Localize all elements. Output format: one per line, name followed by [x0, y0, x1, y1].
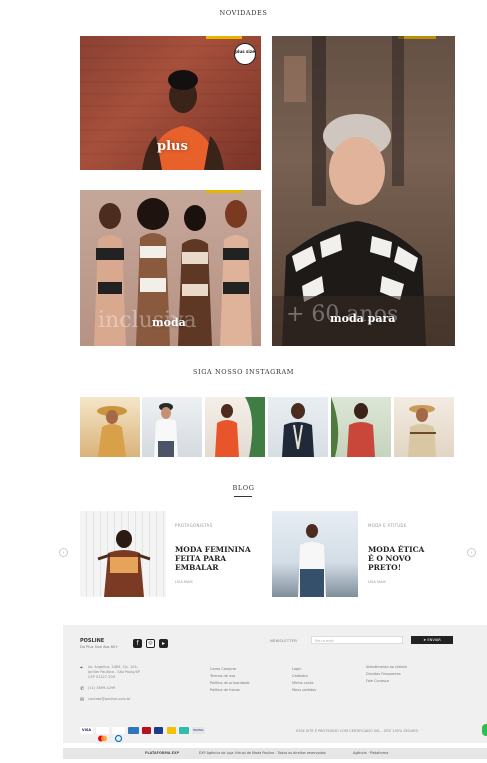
visa-icon: VISA	[80, 727, 93, 734]
footer-link-login[interactable]: Login	[292, 667, 301, 671]
footer-link-duvidas[interactable]: Dúvidas Frequentes	[366, 672, 401, 676]
blog-post-2-read-more[interactable]: LEIA MAIS	[368, 580, 386, 584]
footer-link-trocas[interactable]: Política de trocas	[210, 688, 240, 692]
tile-moda-label: moda	[152, 316, 186, 329]
instagram-post-6[interactable]	[394, 397, 454, 457]
instagram-post-5[interactable]	[331, 397, 391, 457]
platform-label[interactable]: PLATAFORMA EXP	[145, 751, 179, 755]
footer: POSLINE Do Plus Size Aos 60+ f ◎ ▸ NEWSL…	[63, 625, 487, 743]
novidades-title: NOVIDADES	[219, 9, 268, 17]
newsletter-submit-button[interactable]: ➤ ENVIAR	[411, 636, 453, 644]
facebook-icon[interactable]: f	[133, 639, 142, 648]
bottom-bar: PLATAFORMA EXP EXP Agência de Loja Virtu…	[63, 748, 487, 759]
email-icon: ✉	[80, 697, 85, 703]
phone-icon: ✆	[80, 686, 85, 692]
footer-brand[interactable]: POSLINE	[80, 638, 104, 644]
hipercard-icon	[142, 727, 151, 734]
footer-link-como-comprar[interactable]: Como Comprar	[210, 667, 237, 671]
instagram-image	[154, 403, 178, 457]
paypal-icon: PAYPAL	[192, 727, 205, 734]
instagram-image	[408, 405, 436, 457]
blog-title: BLOG	[232, 484, 255, 492]
blog-post-2-title[interactable]: MODA ÉTICA É O NOVO PRETO!	[368, 545, 428, 572]
youtube-icon[interactable]: ▸	[159, 639, 168, 648]
instagram-post-2[interactable]	[142, 397, 202, 457]
instagram-image	[215, 397, 265, 457]
boleto-icon	[167, 727, 176, 734]
tile-moda-60[interactable]: + 60 anos moda para	[272, 36, 455, 346]
newsletter-button-label: ENVIAR	[427, 638, 441, 642]
footer-email[interactable]: contato@posline.com.br	[88, 697, 131, 702]
instagram-title: SIGA NOSSO INSTAGRAM	[193, 368, 294, 376]
partner-logos[interactable]: Agência · Plataforma	[353, 751, 388, 755]
newsletter-email-input[interactable]: Seu e-mail	[311, 636, 403, 644]
blog-image-figure	[97, 530, 151, 597]
instagram-image	[331, 397, 375, 457]
instagram-post-4[interactable]	[268, 397, 328, 457]
instagram-icon[interactable]: ◎	[146, 639, 155, 648]
blog-post-1-category: PROTAGONISTAS	[175, 523, 213, 528]
elo-icon	[154, 727, 163, 734]
blog-prev-arrow[interactable]: ‹	[59, 548, 68, 557]
footer-phone[interactable]: (11) 3899-4299	[88, 686, 115, 691]
newsletter-label: NEWSLETTER	[270, 639, 298, 643]
tile-moda-inclusiva[interactable]: inclusiva moda	[80, 190, 261, 346]
footer-link-cadastro[interactable]: Cadastro	[292, 674, 308, 678]
instagram-post-1[interactable]	[80, 397, 140, 457]
footer-link-fale-conosco[interactable]: Fale Conosco	[366, 679, 389, 683]
instagram-post-3[interactable]	[205, 397, 265, 457]
plus-size-badge: plus size	[234, 43, 256, 65]
blog-post-1-image[interactable]	[80, 511, 166, 597]
blog-post-1-title[interactable]: MODA FEMININA FEITA PARA EMBALAR	[175, 545, 253, 572]
senior-model-image	[272, 36, 455, 346]
blog-next-arrow[interactable]: ›	[467, 548, 476, 557]
chat-help-icon[interactable]	[482, 724, 487, 736]
footer-tagline: Do Plus Size Aos 60+	[80, 645, 119, 649]
tile-plus-label: plus	[157, 139, 188, 154]
blog-image-figure	[298, 524, 326, 597]
diners-icon	[112, 727, 125, 743]
location-icon: ⌖	[80, 665, 83, 671]
footer-address: Av. Angelica, 2489, Cjs. 104, Jardim Pau…	[88, 665, 140, 679]
tile-plus[interactable]: plus size plus	[80, 36, 261, 170]
blog-post-2-category: MODA E ATITUDE	[368, 523, 407, 528]
footer-link-meus-pedidos[interactable]: Meus pedidos	[292, 688, 316, 692]
ssl-security-text: ESSE SITE É PROTEGIDO COM CERTIFICADO SS…	[296, 729, 419, 733]
amex-icon	[128, 727, 139, 734]
footer-link-atendimento[interactable]: Atendimento ao cliente	[366, 665, 407, 669]
legal-text: EXP Agência de Loja Virtual de Moda Posl…	[199, 751, 326, 755]
tile-moda-60-label: moda para	[330, 312, 396, 325]
footer-link-privacidade[interactable]: Política de privacidade	[210, 681, 250, 685]
footer-link-termos[interactable]: Termos de uso	[210, 674, 235, 678]
pix-icon	[179, 727, 189, 734]
blog-post-2-image[interactable]	[272, 511, 358, 597]
blog-title-underline	[234, 496, 252, 497]
footer-link-minha-conta[interactable]: Minha conta	[292, 681, 314, 685]
mastercard-icon	[96, 727, 109, 742]
blog-post-1-read-more[interactable]: LEIA MAIS	[175, 580, 193, 584]
instagram-image	[282, 403, 314, 457]
instagram-image	[97, 406, 127, 457]
